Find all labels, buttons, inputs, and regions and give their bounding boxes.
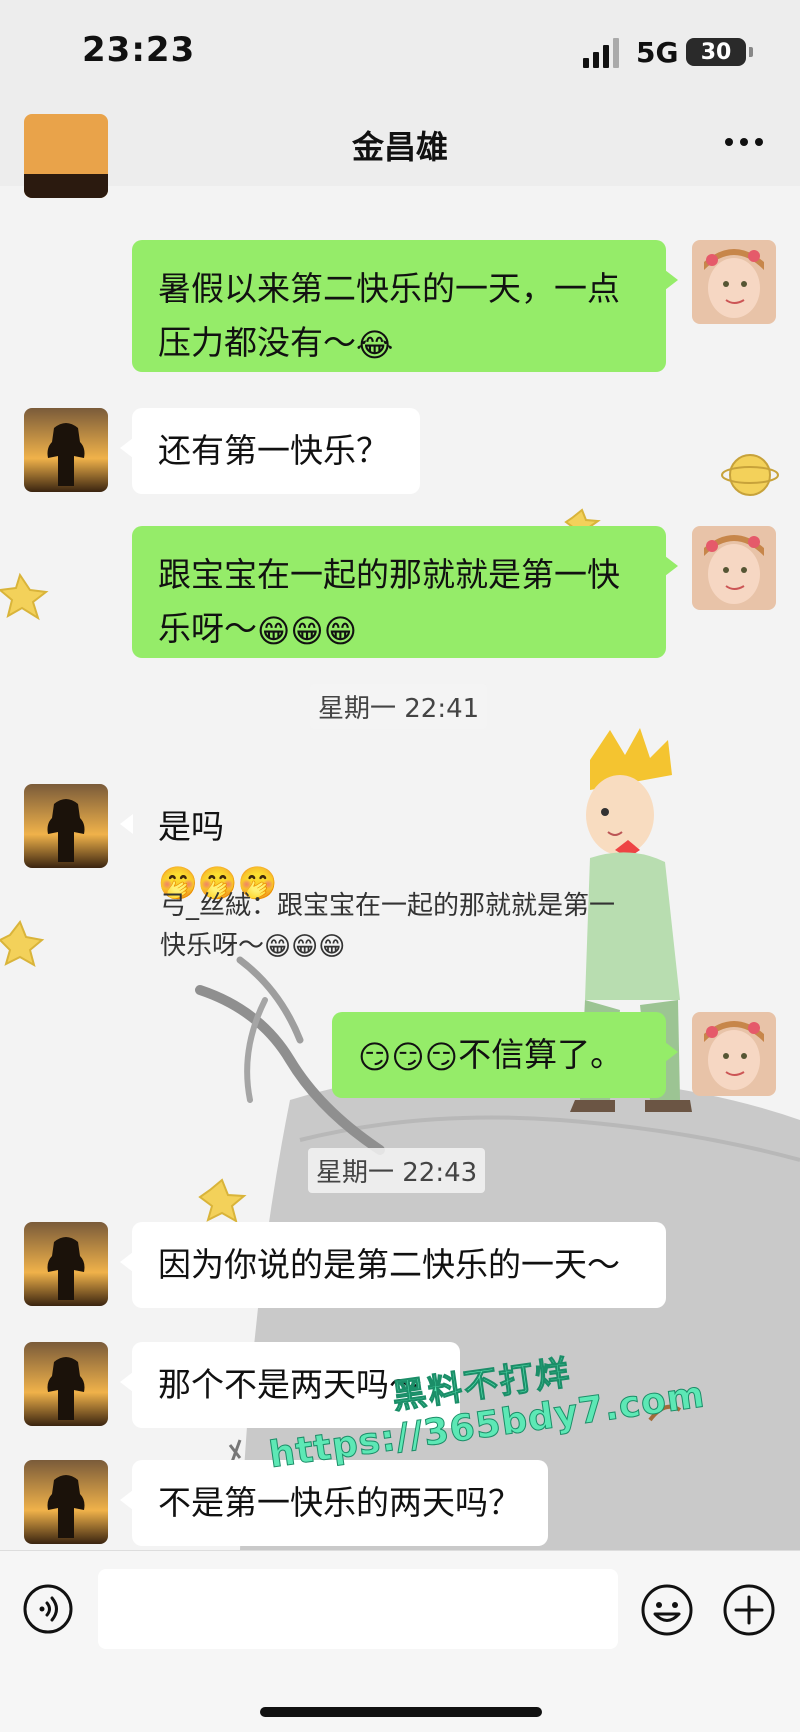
my-avatar[interactable]	[692, 526, 776, 610]
message-list[interactable]: 暑假以来第二快乐的一天，一点压力都没有～😂 还有第一快乐？ 跟宝宝在一起的那就就…	[0, 114, 800, 1550]
silhouette-avatar-image	[24, 114, 108, 198]
message-text: 不信算了。	[458, 1035, 624, 1074]
plus-icon[interactable]	[722, 1583, 776, 1637]
signal-icon	[583, 38, 619, 68]
home-indicator[interactable]	[260, 1707, 542, 1717]
timestamp: 星期一 22:43	[308, 1148, 486, 1193]
message-bubble-received[interactable]: 不是第一快乐的两天吗？	[120, 1460, 548, 1546]
contact-avatar[interactable]	[24, 1342, 108, 1426]
silhouette-avatar-image	[24, 1460, 108, 1544]
message-text: 因为你说的是第二快乐的一天～	[158, 1245, 620, 1284]
message-bubble-received[interactable]: 还有第一快乐？	[120, 408, 420, 494]
girl-avatar-image	[692, 526, 776, 610]
battery-icon: 30	[686, 38, 753, 66]
contact-avatar[interactable]	[24, 1460, 108, 1544]
network-type: 5G	[636, 36, 679, 69]
message-bubble-sent[interactable]: 暑假以来第二快乐的一天，一点压力都没有～😂	[132, 240, 678, 372]
message-bubble-received[interactable]: 那个不是两天吗～	[120, 1342, 460, 1428]
message-text: 那个不是两天吗～	[158, 1365, 422, 1404]
chat-title: 金昌雄	[351, 128, 448, 166]
grinning-emoji: 😁😁😁	[257, 611, 358, 650]
girl-avatar-image	[692, 240, 776, 324]
silhouette-avatar-image	[24, 784, 108, 868]
more-dots-icon	[725, 138, 763, 146]
my-avatar[interactable]	[692, 240, 776, 324]
message-text: 跟宝宝在一起的那就就是第一快乐呀～	[158, 555, 620, 648]
message-input[interactable]	[98, 1569, 618, 1649]
status-bar: 23:23 5G 30	[0, 0, 800, 100]
chat-screen: 23:23 5G 30 金昌雄 暑假以来第二快乐的一天，一点压力都没有～😂 还有…	[0, 0, 800, 1732]
message-bubble-sent[interactable]: 跟宝宝在一起的那就就是第一快乐呀～😁😁😁	[132, 526, 678, 658]
tears-of-joy-emoji: 😂	[356, 325, 394, 364]
message-bubble-received[interactable]: 是吗🤭🤭🤭	[120, 784, 368, 899]
smirk-emoji: 😏😏😏	[358, 1037, 459, 1076]
message-bubble-received[interactable]: 因为你说的是第二快乐的一天～	[120, 1222, 666, 1308]
silhouette-avatar-image	[24, 408, 108, 492]
more-button[interactable]	[712, 114, 776, 170]
message-text: 是吗	[158, 807, 224, 846]
my-avatar[interactable]	[692, 1012, 776, 1096]
smiley-icon[interactable]	[640, 1583, 694, 1637]
message-text: 不是第一快乐的两天吗？	[158, 1483, 521, 1522]
contact-avatar[interactable]	[24, 114, 108, 198]
silhouette-avatar-image	[24, 1342, 108, 1426]
silhouette-avatar-image	[24, 1222, 108, 1306]
contact-avatar[interactable]	[24, 784, 108, 868]
contact-avatar[interactable]	[24, 408, 108, 492]
voice-icon[interactable]	[22, 1583, 74, 1635]
quoted-message[interactable]: 弓_丝絨：跟宝宝在一起的那就就是第一快乐呀～😁😁😁	[160, 886, 620, 966]
message-text: 还有第一快乐？	[158, 431, 389, 470]
timestamp: 星期一 22:41	[310, 684, 488, 729]
input-bar	[0, 1550, 800, 1732]
contact-avatar[interactable]	[24, 1222, 108, 1306]
message-bubble-sent[interactable]: 😏😏😏不信算了。	[332, 1012, 678, 1098]
chat-header: 金昌雄	[0, 100, 800, 186]
girl-avatar-image	[692, 1012, 776, 1096]
grinning-emoji: 😁😁😁	[264, 931, 346, 962]
status-time: 23:23	[82, 30, 196, 70]
quote-text: 弓_丝絨：跟宝宝在一起的那就就是第一快乐呀～	[160, 891, 616, 961]
